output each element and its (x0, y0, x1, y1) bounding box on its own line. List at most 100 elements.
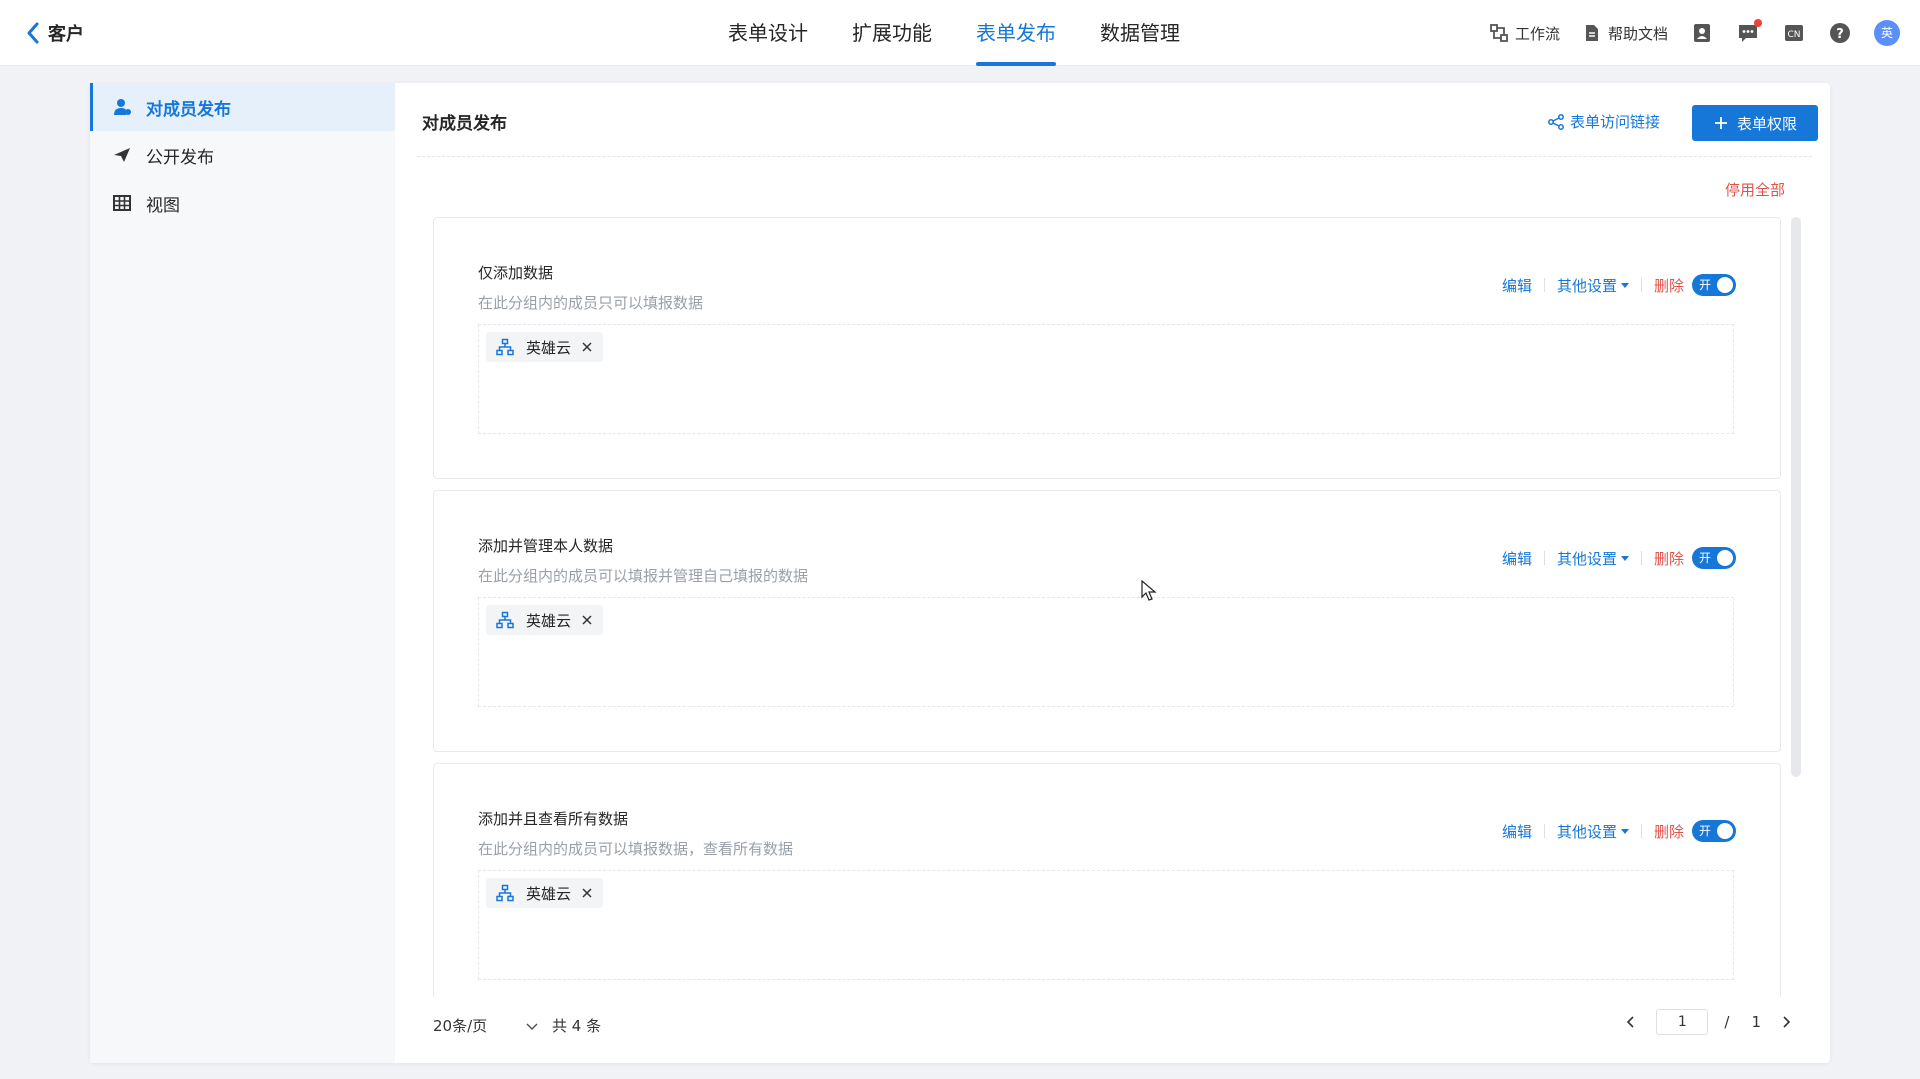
divider (1640, 824, 1642, 838)
prev-page-icon[interactable] (1624, 1015, 1638, 1029)
help-docs-label: 帮助文档 (1607, 24, 1668, 43)
pager: 1 / 1 (1624, 1009, 1793, 1035)
header-tools: 工作流 帮助文档 CN ? 英 (1467, 0, 1900, 66)
sidebar-item-public-publish[interactable]: 公开发布 (90, 131, 395, 179)
main-header: 对成员发布 表单访问链接 表单权限 (417, 83, 1818, 157)
permission-group-card: 添加并管理本人数据 在此分组内的成员可以填报并管理自己填报的数据 编辑 其他设置… (433, 490, 1781, 752)
chevron-left-icon (27, 22, 39, 44)
content-panel: 对成员发布 公开发布 视图 对成员发布 表单访问链接 表单权限 停用全部 仅添加… (90, 83, 1830, 1063)
member-name: 英雄云 (526, 338, 572, 357)
toggle-label: 开 (1699, 551, 1712, 565)
add-permission-button[interactable]: 表单权限 (1692, 105, 1818, 141)
tab-extensions[interactable]: 扩展功能 (852, 0, 932, 66)
other-settings-label: 其他设置 (1556, 549, 1617, 568)
group-actions: 编辑 其他设置 删除 开 (1502, 547, 1736, 569)
member-area[interactable]: 英雄云 (478, 870, 1734, 980)
close-icon[interactable] (581, 887, 593, 899)
sidebar-item-view[interactable]: 视图 (90, 179, 395, 227)
close-icon[interactable] (581, 614, 593, 626)
chevron-down-icon (526, 1022, 538, 1030)
group-title: 添加并且查看所有数据 (478, 810, 629, 828)
page-separator: / (1724, 1013, 1730, 1031)
access-link-button[interactable]: 表单访问链接 (1547, 111, 1660, 132)
page-title: 对成员发布 (422, 114, 507, 134)
language-icon: CN (1785, 25, 1803, 41)
tab-form-publish[interactable]: 表单发布 (976, 0, 1056, 66)
workflow-button[interactable]: 工作流 (1489, 23, 1560, 44)
divider (1640, 278, 1642, 292)
group-actions: 编辑 其他设置 删除 开 (1502, 274, 1736, 296)
group-title: 添加并管理本人数据 (478, 537, 614, 555)
tab-data-management[interactable]: 数据管理 (1100, 0, 1180, 66)
divider (1543, 824, 1545, 838)
delete-button[interactable]: 删除 (1654, 548, 1684, 569)
sidebar: 对成员发布 公开发布 视图 (90, 83, 395, 1063)
group-description: 在此分组内的成员可以填报数据，查看所有数据 (478, 840, 794, 858)
scrollbar[interactable] (1791, 217, 1801, 777)
access-link-label: 表单访问链接 (1570, 113, 1661, 131)
group-title: 仅添加数据 (478, 264, 554, 282)
top-bar: 客户 表单设计 扩展功能 表单发布 数据管理 工作流 帮助文档 CN ? 英 (0, 0, 1920, 66)
other-settings-dropdown[interactable]: 其他设置 (1557, 548, 1629, 569)
toggle-label: 开 (1699, 824, 1712, 838)
main-tabs: 表单设计 扩展功能 表单发布 数据管理 (728, 0, 1224, 66)
divider (1543, 278, 1545, 292)
group-description: 在此分组内的成员只可以填报数据 (478, 294, 704, 312)
messages-button[interactable] (1736, 19, 1762, 45)
other-settings-label: 其他设置 (1556, 276, 1617, 295)
share-icon (1548, 113, 1564, 130)
other-settings-dropdown[interactable]: 其他设置 (1557, 821, 1629, 842)
delete-button[interactable]: 删除 (1654, 275, 1684, 296)
contacts-button[interactable] (1690, 21, 1714, 45)
back-button[interactable]: 客户 (24, 18, 84, 48)
help-button[interactable]: ? (1828, 21, 1852, 45)
enable-toggle[interactable]: 开 (1692, 274, 1736, 296)
member-name: 英雄云 (526, 611, 572, 630)
tab-form-design[interactable]: 表单设计 (728, 0, 808, 66)
member-area[interactable]: 英雄云 (478, 597, 1734, 707)
edit-button[interactable]: 编辑 (1502, 275, 1532, 296)
member-area[interactable]: 英雄云 (478, 324, 1734, 434)
enable-toggle[interactable]: 开 (1692, 820, 1736, 842)
next-page-icon[interactable] (1779, 1015, 1793, 1029)
caret-down-icon (1620, 282, 1629, 288)
table-icon (113, 195, 131, 211)
toggle-knob (1717, 277, 1733, 293)
edit-button[interactable]: 编辑 (1502, 548, 1532, 569)
pagination: 20条/页 共 4 条 1 / 1 (433, 1005, 1793, 1045)
help-icon: ? (1830, 23, 1850, 43)
page-size-select[interactable]: 20条/页 (433, 1015, 539, 1036)
page-number-input[interactable]: 1 (1656, 1009, 1709, 1035)
workflow-label: 工作流 (1514, 24, 1560, 43)
permission-group-card: 仅添加数据 在此分组内的成员只可以填报数据 编辑 其他设置 删除 开 英雄云 (433, 217, 1781, 479)
add-permission-label: 表单权限 (1736, 114, 1797, 133)
language-button[interactable]: CN (1782, 21, 1806, 45)
avatar[interactable]: 英 (1874, 20, 1900, 46)
page-size-label: 20条/页 (433, 1017, 488, 1035)
permission-group-card: 添加并且查看所有数据 在此分组内的成员可以填报数据，查看所有数据 编辑 其他设置… (433, 763, 1781, 997)
main-content: 对成员发布 表单访问链接 表单权限 停用全部 仅添加数据 在此分组内的成员只可以… (395, 83, 1830, 1063)
total-count: 共 4 条 (552, 1017, 602, 1035)
member-chip: 英雄云 (486, 605, 604, 635)
delete-button[interactable]: 删除 (1654, 821, 1684, 842)
enable-toggle[interactable]: 开 (1692, 547, 1736, 569)
member-chip: 英雄云 (486, 878, 604, 908)
disable-all-button[interactable]: 停用全部 (1725, 179, 1785, 200)
help-docs-button[interactable]: 帮助文档 (1582, 23, 1668, 44)
sidebar-item-member-publish[interactable]: 对成员发布 (90, 83, 395, 131)
document-icon (1585, 25, 1598, 41)
mouse-cursor-icon (1141, 580, 1157, 601)
edit-button[interactable]: 编辑 (1502, 821, 1532, 842)
group-actions: 编辑 其他设置 删除 开 (1502, 820, 1736, 842)
org-icon (496, 884, 514, 902)
contacts-icon (1694, 24, 1710, 42)
org-icon (496, 611, 514, 629)
toggle-knob (1717, 550, 1733, 566)
sidebar-item-label: 公开发布 (146, 147, 214, 168)
caret-down-icon (1620, 828, 1629, 834)
total-pages: 1 (1751, 1013, 1761, 1031)
close-icon[interactable] (581, 341, 593, 353)
divider (1640, 551, 1642, 565)
svg-text:?: ? (1836, 27, 1844, 42)
other-settings-dropdown[interactable]: 其他设置 (1557, 275, 1629, 296)
